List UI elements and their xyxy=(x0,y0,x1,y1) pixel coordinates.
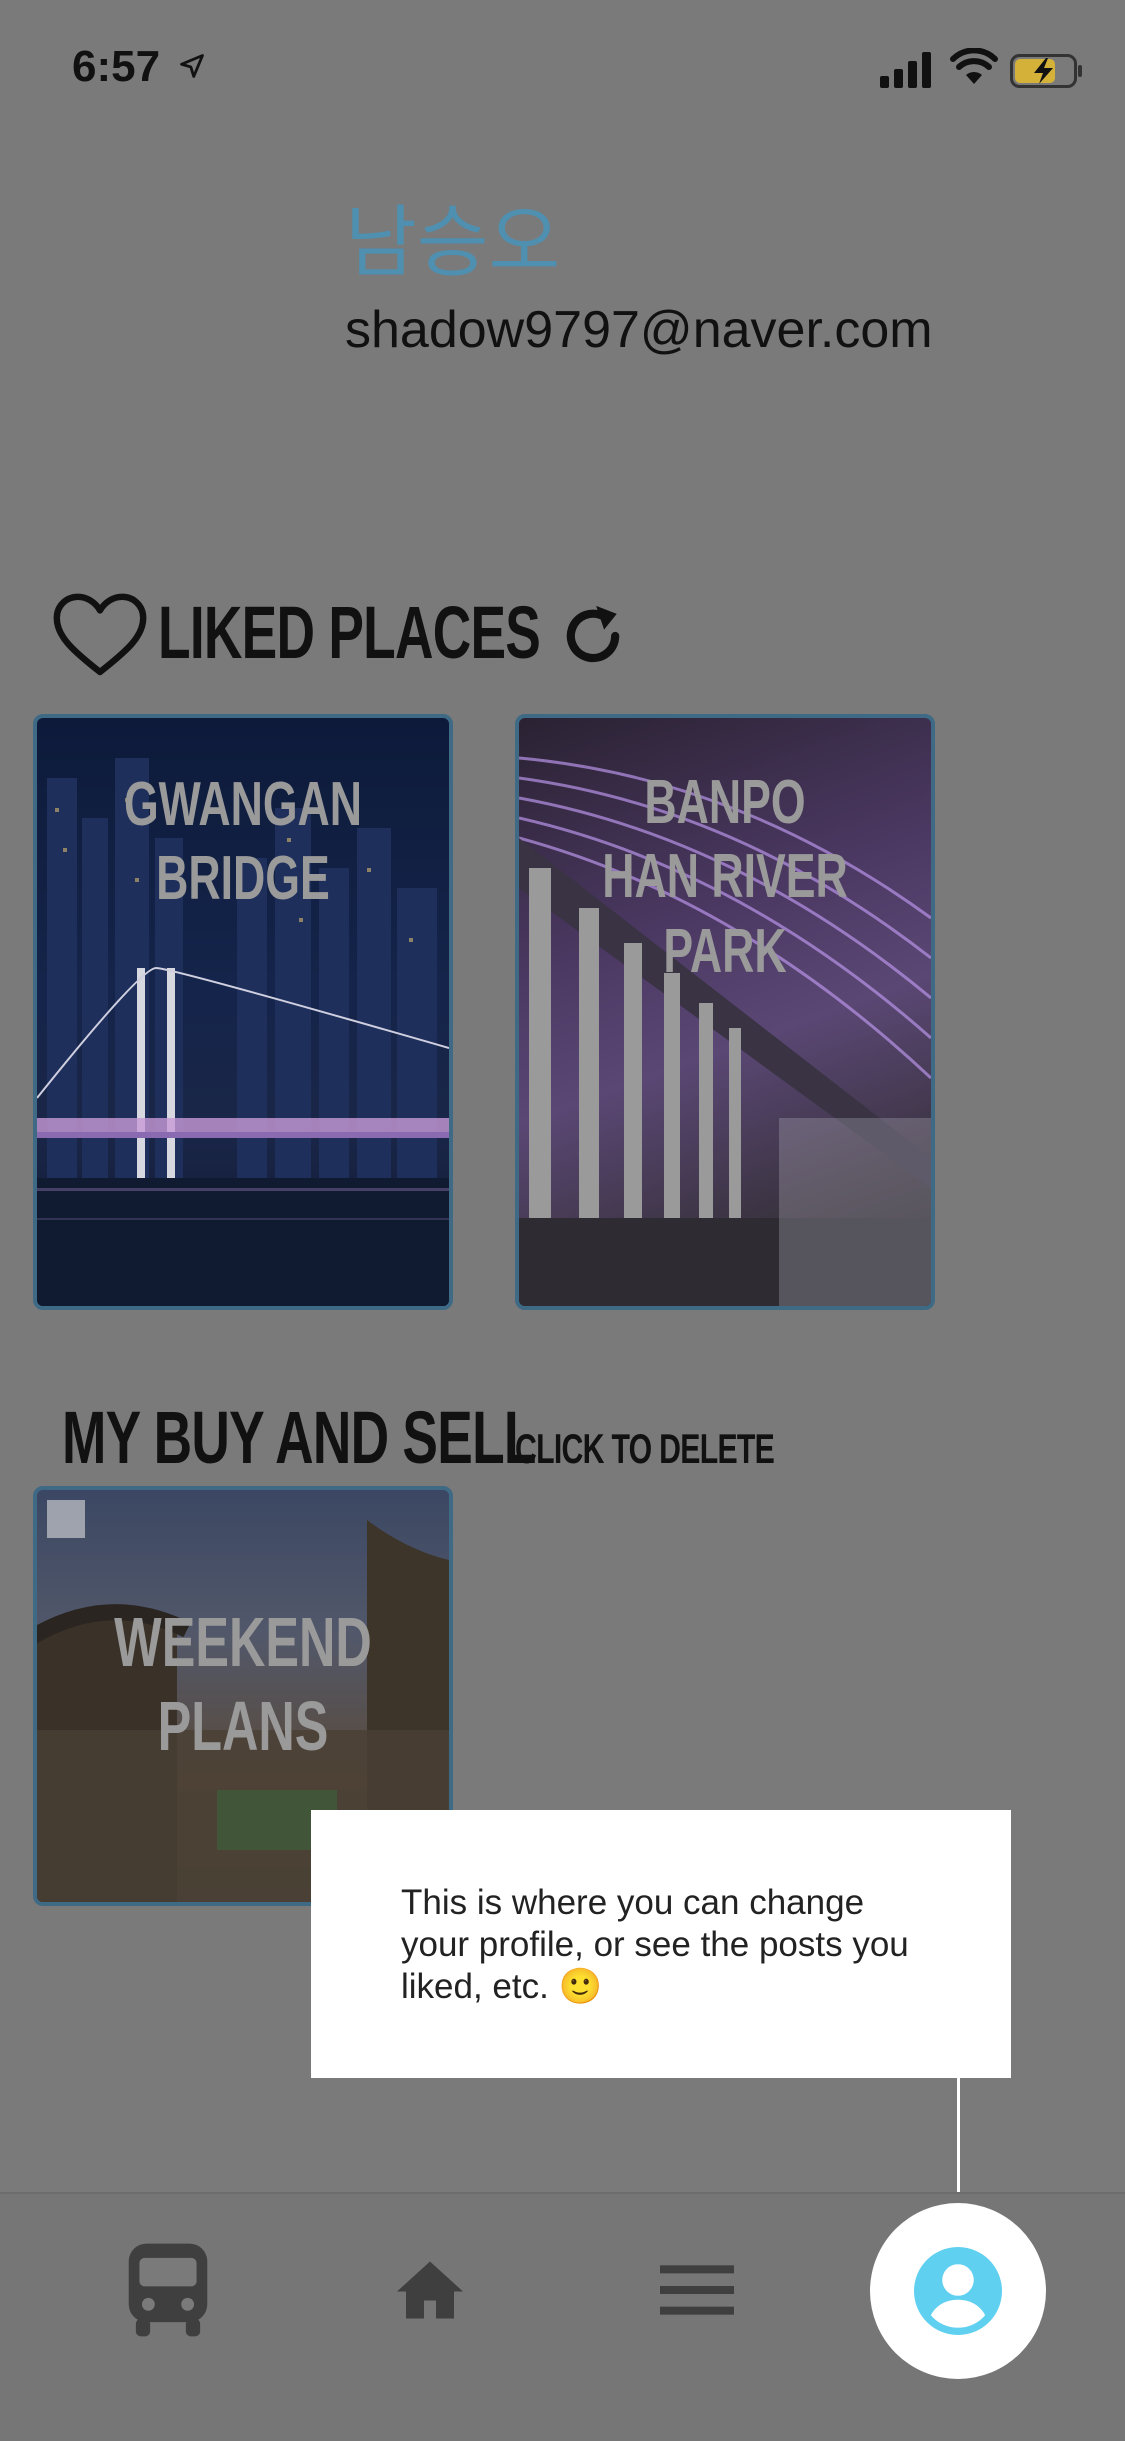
onboarding-tooltip: This is where you can change your profil… xyxy=(311,1810,1011,2078)
battery-charging-icon xyxy=(1010,54,1082,88)
home-icon xyxy=(397,2261,463,2319)
liked-card-banpo-han-river-park[interactable]: BANPO HAN RIVER PARK xyxy=(515,714,935,1310)
account-circle-icon xyxy=(914,2247,1002,2335)
tab-bus[interactable] xyxy=(98,2230,238,2350)
card-title: BANPO HAN RIVER PARK xyxy=(602,768,848,986)
status-bar: 6:57 xyxy=(0,0,1125,140)
cellular-signal-icon xyxy=(880,52,931,88)
tab-home[interactable] xyxy=(360,2230,500,2350)
tab-menu[interactable] xyxy=(627,2230,767,2350)
status-time: 6:57 xyxy=(72,42,161,91)
wifi-icon xyxy=(950,48,998,84)
card-title: WEEKEND PLANS xyxy=(114,1603,372,1765)
card-title: GWANGAN BRIDGE xyxy=(123,770,363,914)
refresh-icon[interactable] xyxy=(555,598,631,674)
liked-card-gwangan-bridge[interactable]: GWANGAN BRIDGE xyxy=(33,714,453,1310)
buy-and-sell-title: MY BUY AND SELL xyxy=(62,1396,536,1479)
location-arrow-icon xyxy=(180,54,204,78)
profile-name: 남승오 xyxy=(345,198,561,288)
heart-outline-icon[interactable] xyxy=(52,592,148,676)
liked-places-title: LIKED PLACES xyxy=(158,591,541,674)
tooltip-text: This is where you can change your profil… xyxy=(401,1883,909,2006)
tab-profile[interactable] xyxy=(870,2203,1046,2379)
profile-email: shadow9797@naver.com xyxy=(345,301,933,359)
tooltip-pointer-line xyxy=(957,2078,960,2206)
click-to-delete-hint: CLICK TO DELETE xyxy=(515,1425,775,1472)
menu-icon xyxy=(660,2265,734,2315)
bus-icon xyxy=(128,2243,208,2337)
